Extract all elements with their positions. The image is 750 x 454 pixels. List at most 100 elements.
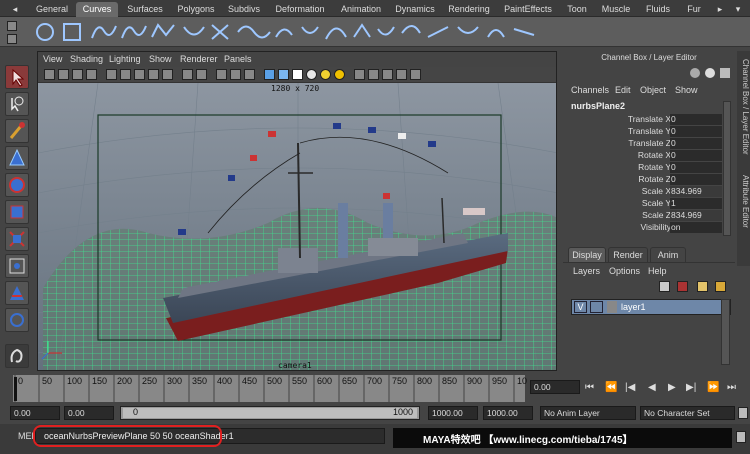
help-menu[interactable]: Help xyxy=(648,266,667,276)
layer-color-swatch[interactable] xyxy=(607,301,617,313)
attr-row[interactable]: Translate X0 xyxy=(563,114,735,126)
lasso-tool-icon[interactable] xyxy=(5,92,29,116)
select-camera-icon[interactable] xyxy=(44,69,55,80)
command-result-field[interactable]: MAYA特效吧 【www.linecg.com/tieba/1745】 xyxy=(393,428,732,448)
viewport-menu-lighting[interactable]: Lighting xyxy=(109,54,141,64)
end-time-field[interactable]: 1000.00 xyxy=(483,406,533,420)
safe-action-icon[interactable] xyxy=(182,69,193,80)
shelf-tab-surfaces[interactable]: Surfaces xyxy=(120,2,170,17)
play-forwards-icon[interactable]: ▶ xyxy=(668,382,676,393)
all-lights-icon[interactable] xyxy=(320,69,331,80)
shelf-scroll-down[interactable]: ▾ xyxy=(730,2,746,17)
viewport-menu-view[interactable]: View xyxy=(43,54,62,64)
gate-mask-icon[interactable] xyxy=(148,69,159,80)
attribute-editor-toggle-icon[interactable] xyxy=(705,68,715,78)
viewport-menu-renderer[interactable]: Renderer xyxy=(180,54,218,64)
go-to-end-icon[interactable]: ⏭ xyxy=(727,382,736,393)
side-tab-channel-box[interactable]: Channel Box / Layer Editor xyxy=(737,59,750,159)
attr-value[interactable]: 0 xyxy=(670,114,722,125)
attr-value[interactable]: 0 xyxy=(670,126,722,137)
attr-value[interactable]: 0 xyxy=(670,138,722,149)
attr-row[interactable]: Visibility on xyxy=(563,222,735,234)
attr-value[interactable]: 0 xyxy=(670,174,722,185)
shelf-edit-icon[interactable] xyxy=(7,34,17,44)
side-tab-attribute-editor[interactable]: Attribute Editor xyxy=(737,175,750,255)
quick-layout-icon[interactable] xyxy=(5,344,29,368)
create-empty-layer-icon[interactable] xyxy=(697,281,708,292)
start-time-field[interactable]: 0.00 xyxy=(10,406,60,420)
field-chart-icon[interactable] xyxy=(162,69,173,80)
shelf-tab-curves[interactable]: Curves xyxy=(76,2,118,17)
options-menu[interactable]: Options xyxy=(609,266,640,276)
shaded-icon[interactable] xyxy=(264,69,275,80)
layer-tab-render[interactable]: Render xyxy=(608,247,648,262)
bookmark-icon[interactable] xyxy=(72,69,83,80)
soft-modification-icon[interactable] xyxy=(5,254,29,278)
film-gate-icon[interactable] xyxy=(120,69,131,80)
playback-start-field[interactable]: 0.00 xyxy=(64,406,114,420)
step-forward-key-icon[interactable]: ▶| xyxy=(686,382,696,393)
select-tool-icon[interactable] xyxy=(5,65,29,89)
viewport-menu-panels[interactable]: Panels xyxy=(224,54,252,64)
viewport-canvas[interactable]: 1280 x 720 camera1 xyxy=(38,83,556,370)
shelf-tab-toon[interactable]: Toon xyxy=(560,2,594,17)
checker-icon[interactable] xyxy=(292,69,303,80)
attr-row[interactable]: Scale Z 834.969 xyxy=(563,210,735,222)
tool-settings-toggle-icon[interactable] xyxy=(720,68,730,78)
time-slider[interactable]: 0 50 100 150 200 250 300 350 400 450 500… xyxy=(13,375,527,402)
xray-joints-icon[interactable] xyxy=(382,69,393,80)
shelf-tab-rendering[interactable]: Rendering xyxy=(442,2,496,17)
shelf-tab-subdivs[interactable]: Subdivs xyxy=(222,2,266,17)
shelf-tab-animation[interactable]: Animation xyxy=(334,2,388,17)
shelf-menu-icon[interactable] xyxy=(7,21,17,31)
layer-tab-anim[interactable]: Anim xyxy=(650,247,686,262)
attr-row[interactable]: Scale X 834.969 xyxy=(563,186,735,198)
camera-attributes-icon[interactable] xyxy=(58,69,69,80)
isolate-select-icon[interactable] xyxy=(354,69,365,80)
show-manipulator-icon[interactable] xyxy=(5,281,29,305)
scale-tool-icon[interactable] xyxy=(5,200,29,224)
perspective-viewport[interactable]: View Shading Lighting Show Renderer Pane… xyxy=(37,51,557,371)
backface-culling-icon[interactable] xyxy=(396,69,407,80)
layer-row[interactable]: V layer1 xyxy=(571,299,731,315)
layer-tab-display[interactable]: Display xyxy=(568,247,606,262)
viewport-menu-show[interactable]: Show xyxy=(149,54,172,64)
shadows-icon[interactable] xyxy=(334,69,345,80)
attr-row[interactable]: Translate Z0 xyxy=(563,138,735,150)
layer-from-selected-icon[interactable] xyxy=(715,281,726,292)
textured-icon[interactable] xyxy=(278,69,289,80)
animation-preferences-icon[interactable] xyxy=(738,407,748,419)
wireframe-on-shaded-icon[interactable] xyxy=(244,69,255,80)
channel-box-toggle-icon[interactable] xyxy=(690,68,700,78)
attr-value[interactable]: 834.969 xyxy=(670,186,722,197)
new-layer-icon[interactable] xyxy=(659,281,670,292)
xray-icon[interactable] xyxy=(368,69,379,80)
current-frame-field[interactable]: 0.00 xyxy=(530,380,580,394)
layer-visibility-toggle[interactable]: V xyxy=(574,301,587,313)
resolution-gate-icon[interactable] xyxy=(134,69,145,80)
step-forward-icon[interactable]: ⏩ xyxy=(707,382,719,393)
layer-scrollbar[interactable] xyxy=(721,299,730,365)
channel-box-scrollbar[interactable] xyxy=(723,101,731,236)
attr-value[interactable]: 834.969 xyxy=(670,210,722,221)
object-menu[interactable]: Object xyxy=(640,85,666,95)
shelf-tab-fluids[interactable]: Fluids xyxy=(638,2,678,17)
image-plane-icon[interactable] xyxy=(86,69,97,80)
shelf-tab-deformation[interactable]: Deformation xyxy=(268,2,332,17)
character-set-dropdown[interactable]: No Character Set xyxy=(640,406,735,420)
wireframe-icon[interactable] xyxy=(216,69,227,80)
attr-row[interactable]: Scale Y1 xyxy=(563,198,735,210)
rotate-tool-icon[interactable] xyxy=(5,173,29,197)
range-slider-handle[interactable] xyxy=(123,408,417,418)
last-tool-icon[interactable] xyxy=(5,308,29,332)
new-layer-from-selected-icon[interactable] xyxy=(677,281,688,292)
attr-value[interactable]: 0 xyxy=(670,150,722,161)
channels-menu[interactable]: Channels xyxy=(571,85,609,95)
default-light-icon[interactable] xyxy=(306,69,317,80)
show-menu[interactable]: Show xyxy=(675,85,698,95)
shelf-tab-dynamics[interactable]: Dynamics xyxy=(390,2,440,17)
attr-value[interactable]: on xyxy=(670,222,722,233)
attr-value[interactable]: 0 xyxy=(670,162,722,173)
smooth-shade-icon[interactable] xyxy=(230,69,241,80)
attr-value[interactable]: 1 xyxy=(670,198,722,209)
